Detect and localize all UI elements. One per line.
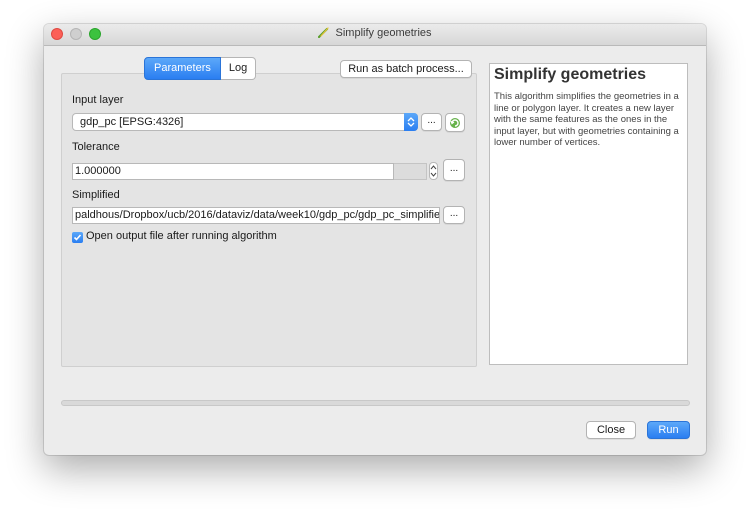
qgis-algorithm-icon: [318, 27, 330, 39]
simplified-output-path[interactable]: paldhous/Dropbox/ucb/2016/dataviz/data/w…: [72, 207, 440, 224]
simplified-browse-button[interactable]: ...: [443, 206, 465, 224]
title-bar[interactable]: Simplify geometries: [44, 24, 706, 46]
input-layer-browse-button[interactable]: ...: [421, 113, 442, 131]
input-layer-label: Input layer: [72, 94, 124, 106]
help-panel: Simplify geometries This algorithm simpl…: [489, 63, 688, 365]
iterate-over-layer-button[interactable]: [445, 113, 465, 132]
run-button[interactable]: Run: [647, 421, 690, 439]
window-title: Simplify geometries: [335, 27, 432, 39]
open-output-checkbox[interactable]: [72, 232, 83, 243]
iterate-icon: [450, 118, 460, 128]
tolerance-input[interactable]: 1.000000: [72, 163, 394, 180]
dialog-window: Simplify geometries Parameters Log Run a…: [44, 24, 706, 455]
tolerance-spinner[interactable]: [429, 162, 438, 180]
run-as-batch-button[interactable]: Run as batch process...: [340, 60, 472, 78]
simplified-label: Simplified: [72, 189, 120, 201]
combo-arrows-icon[interactable]: [404, 113, 418, 131]
window-title-area: Simplify geometries: [44, 27, 706, 39]
tab-bar: Parameters Log: [144, 57, 257, 80]
input-layer-combo[interactable]: gdp_pc [EPSG:4326]: [72, 113, 418, 131]
tolerance-slider-track[interactable]: [394, 163, 427, 180]
tolerance-browse-button[interactable]: ...: [443, 159, 465, 181]
help-title: Simplify geometries: [494, 66, 647, 83]
spin-arrows-icon: [430, 165, 437, 177]
close-button[interactable]: Close: [586, 421, 636, 439]
help-description: This algorithm simplifies the geometries…: [494, 91, 679, 148]
checkmark-icon: [73, 234, 82, 241]
progress-bar: [61, 400, 690, 406]
tolerance-label: Tolerance: [72, 141, 120, 153]
open-output-label[interactable]: Open output file after running algorithm: [86, 230, 277, 242]
tab-log[interactable]: Log: [220, 57, 257, 80]
input-layer-value: gdp_pc [EPSG:4326]: [80, 116, 184, 128]
tab-parameters[interactable]: Parameters: [144, 57, 221, 80]
